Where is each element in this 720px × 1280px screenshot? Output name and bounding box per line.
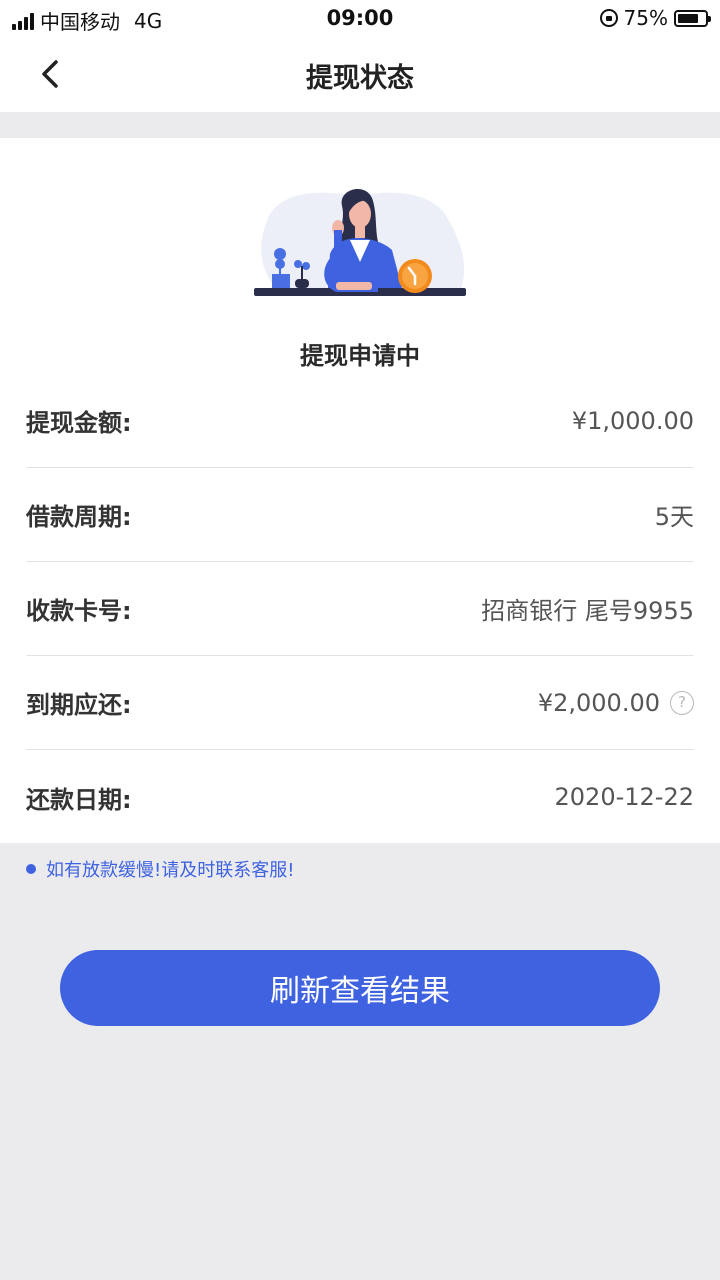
notice-text: 如有放款缓慢!请及时联系客服! — [46, 860, 295, 881]
status-title: 提现申请中 — [300, 342, 420, 370]
detail-value: 5天 — [655, 497, 694, 532]
status-bar: 中国移动 4G 09:00 75% — [0, 0, 720, 36]
bullet-dot-icon — [26, 864, 36, 874]
help-icon[interactable]: ? — [670, 690, 694, 715]
battery-percent: 75% — [623, 6, 668, 30]
detail-value: 招商银行 尾号9955 — [481, 591, 694, 626]
detail-label: 收款卡号: — [26, 597, 132, 625]
withdraw-status-card: 提现申请中 提现金额: ¥1,000.00 借款周期: 5天 收款卡号: 招商银… — [0, 138, 720, 843]
detail-label: 提现金额: — [26, 409, 132, 437]
detail-label: 借款周期: — [26, 503, 132, 531]
detail-row-due: 到期应还: ¥2,000.00 ? — [26, 656, 694, 750]
detail-label: 到期应还: — [26, 691, 132, 719]
rotation-lock-icon — [599, 9, 618, 27]
detail-row-period: 借款周期: 5天 — [26, 468, 694, 562]
detail-row-card: 收款卡号: 招商银行 尾号9955 — [26, 562, 694, 656]
detail-label: 还款日期: — [26, 785, 132, 814]
detail-value: ¥1,000.00 — [572, 407, 694, 435]
detail-value: ¥2,000.00 ? — [538, 689, 694, 717]
details-list: 提现金额: ¥1,000.00 借款周期: 5天 收款卡号: 招商银行 尾号99… — [26, 374, 694, 844]
woman-waiting-illustration — [254, 189, 466, 296]
card-value: 招商银行 尾号9955 — [481, 597, 694, 625]
battery-icon — [674, 9, 711, 27]
detail-row-repay-date: 还款日期: 2020-12-22 — [26, 750, 694, 844]
amount-value: ¥1,000.00 — [571, 406, 694, 435]
repay-date-value: 2020-12-22 — [554, 783, 694, 811]
due-amount-value: ¥2,000.00 — [537, 688, 660, 717]
nav-bar: 提现状态 — [0, 36, 720, 112]
delay-notice: 如有放款缓慢!请及时联系客服! — [26, 856, 294, 882]
detail-value: 2020-12-22 — [555, 783, 694, 811]
refresh-result-button[interactable]: 刷新查看结果 — [60, 950, 660, 1026]
detail-row-amount: 提现金额: ¥1,000.00 — [26, 374, 694, 468]
page-title: 提现状态 — [306, 63, 414, 94]
status-right: 75% — [599, 6, 711, 30]
period-value: 5天 — [654, 503, 694, 531]
